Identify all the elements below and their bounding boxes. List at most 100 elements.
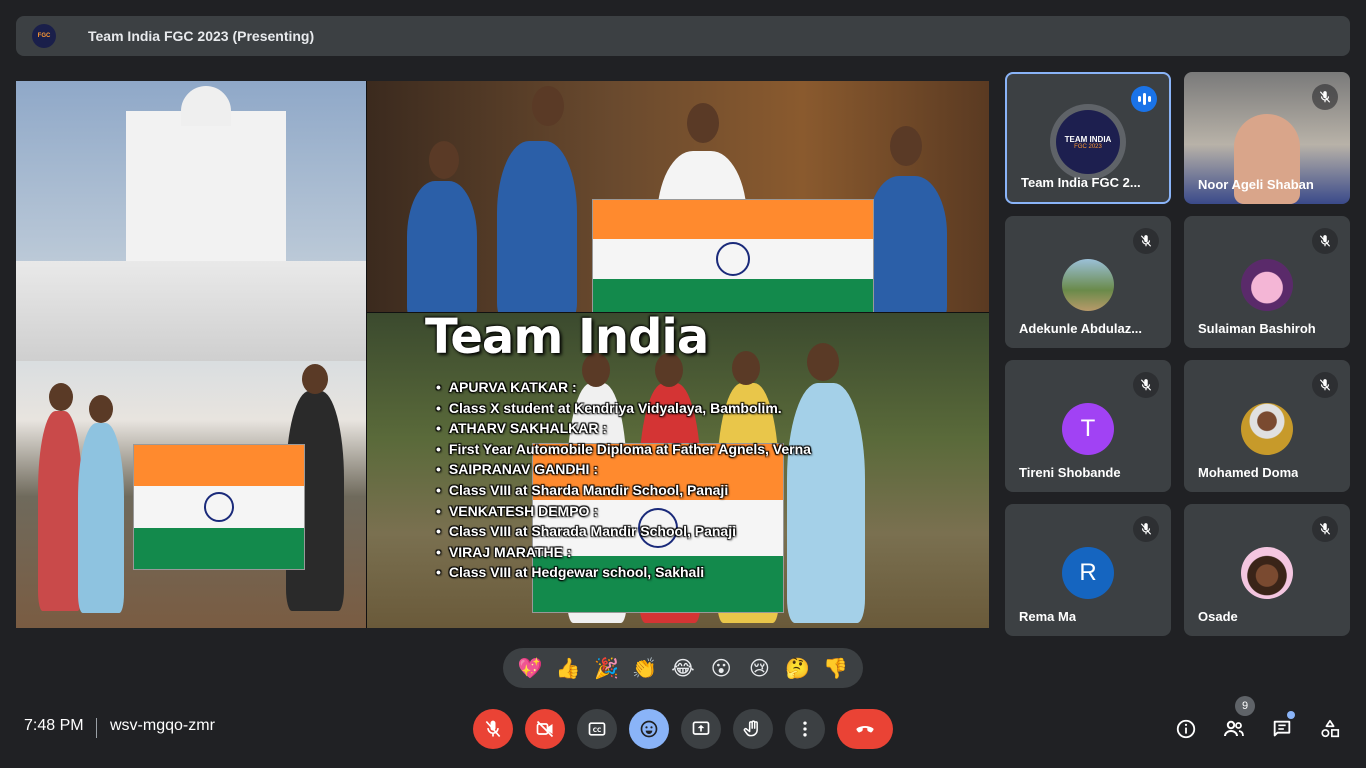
slide-bullet: First Year Automobile Diploma at Father … xyxy=(436,439,811,460)
captions-button[interactable]: CC xyxy=(577,709,617,749)
church-stairs xyxy=(16,261,366,361)
participant-count-badge: 9 xyxy=(1235,696,1255,716)
person-head xyxy=(890,126,922,166)
participant-name: Tireni Shobande xyxy=(1019,465,1121,480)
indian-flag xyxy=(592,199,874,312)
reactions-bar: 💖 👍 🎉 👏 😂 😮 😢 🤔 👎 xyxy=(503,648,863,688)
slide-bullet: Class VIII at Hedgewar school, Sakhali xyxy=(436,562,811,583)
presenting-bar: FGC Team India FGC 2023 (Presenting) xyxy=(16,16,1350,56)
avatar xyxy=(1062,259,1114,311)
svg-text:CC: CC xyxy=(593,728,602,734)
slide-bullet: SAIPRANAV GANDHI : xyxy=(436,459,811,480)
slide-bullet: APURVA KATKAR : xyxy=(436,377,811,398)
participant-tile-mohamed[interactable]: Mohamed Doma xyxy=(1184,360,1350,492)
avatar xyxy=(1241,403,1293,455)
slide-bullet: VIRAJ MARATHE : xyxy=(436,542,811,563)
person-head xyxy=(302,364,328,394)
person-head xyxy=(687,103,719,143)
present-screen-icon xyxy=(692,721,710,735)
reaction-laughing[interactable]: 😂 xyxy=(667,652,699,684)
participant-tile-sulaiman[interactable]: Sulaiman Bashiroh xyxy=(1184,216,1350,348)
camera-toggle-button[interactable] xyxy=(525,709,565,749)
participant-name: Adekunle Abdulaz... xyxy=(1019,321,1143,336)
avatar: T xyxy=(1062,403,1114,455)
church-tower xyxy=(181,86,231,126)
reaction-thinking[interactable]: 🤔 xyxy=(782,652,814,684)
person-head xyxy=(807,343,839,381)
person xyxy=(497,141,577,312)
participant-name: Sulaiman Bashiroh xyxy=(1198,321,1316,336)
person-head xyxy=(532,86,564,126)
participant-tile-tireni[interactable]: T Tireni Shobande xyxy=(1005,360,1171,492)
emoji-icon xyxy=(640,720,658,738)
photo-church-group xyxy=(16,81,366,628)
participant-name: Team India FGC 2... xyxy=(1021,175,1141,190)
presenting-title: Team India FGC 2023 (Presenting) xyxy=(88,28,315,44)
participant-tile-osade[interactable]: Osade xyxy=(1184,504,1350,636)
reaction-party-popper[interactable]: 🎉 xyxy=(591,652,623,684)
participant-name: Rema Ma xyxy=(1019,609,1077,624)
more-options-button[interactable] xyxy=(785,709,825,749)
slide-bullet: Class X student at Kendriya Vidyalaya, B… xyxy=(436,398,811,419)
participant-name: Osade xyxy=(1198,609,1238,624)
slide-bullet: ATHARV SAKHALKAR : xyxy=(436,418,811,439)
slide-bullet: VENKATESH DEMPO : xyxy=(436,501,811,522)
slide-bullet: Class VIII at Sharda Mandir School, Pana… xyxy=(436,480,811,501)
mic-off-icon xyxy=(1312,84,1338,110)
mic-off-icon xyxy=(1133,228,1159,254)
mic-off-icon xyxy=(1133,516,1159,542)
avatar xyxy=(1241,547,1293,599)
avatar: R xyxy=(1062,547,1114,599)
meeting-code: wsv-mgqo-zmr xyxy=(110,717,215,734)
raise-hand-button[interactable] xyxy=(733,709,773,749)
mic-off-icon xyxy=(1312,228,1338,254)
slide-bullet: Class VIII at Sharada Mandir School, Pan… xyxy=(436,521,811,542)
info-icon xyxy=(1176,719,1196,739)
participant-tile-team-india[interactable]: TEAM INDIA FGC 2023 Team India FGC 2... xyxy=(1005,72,1171,204)
reaction-clapping[interactable]: 👏 xyxy=(629,652,661,684)
present-now-button[interactable] xyxy=(681,709,721,749)
meeting-time: 7:48 PM xyxy=(24,717,84,734)
person-head xyxy=(89,395,113,423)
hang-up-icon xyxy=(856,726,874,733)
divider xyxy=(96,718,97,738)
chat-icon xyxy=(1273,720,1291,737)
avatar xyxy=(1241,259,1293,311)
avatar: TEAM INDIA FGC 2023 xyxy=(1050,104,1126,180)
reaction-surprised[interactable]: 😮 xyxy=(705,652,737,684)
speaking-indicator-icon xyxy=(1131,86,1157,112)
mic-off-icon xyxy=(1312,372,1338,398)
more-options-icon xyxy=(803,721,807,737)
activities-icon xyxy=(1321,719,1340,738)
participant-tile-rema[interactable]: R Rema Ma xyxy=(1005,504,1171,636)
slide-title: Team India xyxy=(425,309,709,365)
people-icon xyxy=(1224,720,1244,737)
team-india-logo: FGC xyxy=(32,24,56,48)
person xyxy=(38,411,82,611)
photo-chief-minister-group xyxy=(367,81,989,312)
person-head xyxy=(429,141,459,179)
participant-name: Mohamed Doma xyxy=(1198,465,1299,480)
microphone-toggle-button[interactable] xyxy=(473,709,513,749)
reaction-thumbs-up[interactable]: 👍 xyxy=(552,652,584,684)
indian-flag xyxy=(133,444,305,570)
reaction-thumbs-down[interactable]: 👎 xyxy=(820,652,852,684)
chat-notification-dot xyxy=(1287,711,1295,719)
presentation-screen: Team India APURVA KATKAR : Class X stude… xyxy=(16,81,989,628)
camera-off-icon xyxy=(536,720,554,738)
leave-call-button[interactable] xyxy=(837,709,893,749)
emoji-reactions-button[interactable] xyxy=(629,709,669,749)
mic-off-icon xyxy=(1133,372,1159,398)
reaction-crying[interactable]: 😢 xyxy=(743,652,775,684)
meeting-details-button[interactable] xyxy=(1170,713,1202,745)
captions-icon: CC xyxy=(588,722,606,736)
reaction-sparkling-heart[interactable]: 💖 xyxy=(514,652,546,684)
raise-hand-icon xyxy=(743,720,758,737)
participant-tile-adekunle[interactable]: Adekunle Abdulaz... xyxy=(1005,216,1171,348)
people-button[interactable] xyxy=(1218,713,1250,745)
participant-tile-noor[interactable]: Noor Ageli Shaban xyxy=(1184,72,1350,204)
person-head xyxy=(49,383,73,411)
person xyxy=(78,423,124,613)
activities-button[interactable] xyxy=(1314,713,1346,745)
microphone-off-icon xyxy=(485,720,501,738)
